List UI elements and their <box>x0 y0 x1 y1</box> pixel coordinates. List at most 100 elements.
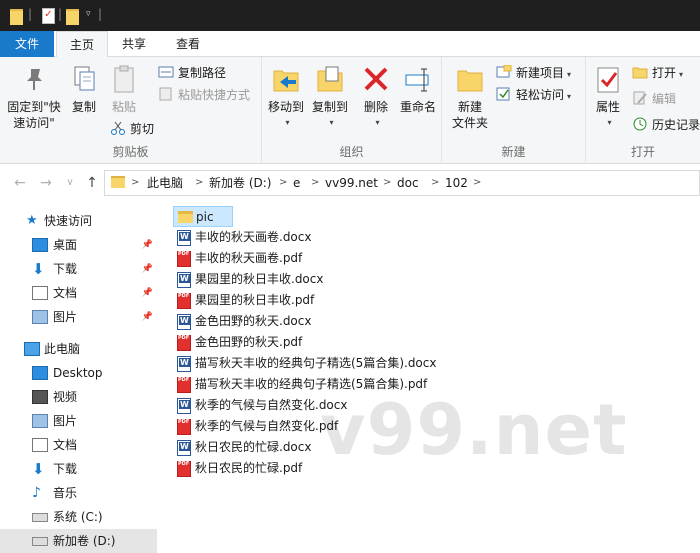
navigation-pane: ★ 快速访问 桌面 📌 ⬇ 下载 📌 文档 📌 图片 📌 此电脑 Desktop… <box>0 201 157 553</box>
new-group: 新建 文件夹 新建项目 ▾ 轻松访问 ▾ 新建 <box>442 57 586 164</box>
desktop-icon <box>32 366 48 380</box>
nav-label: 视频 <box>53 390 78 404</box>
folder-icon <box>10 9 23 25</box>
breadcrumb-chevron[interactable]: > <box>131 171 139 195</box>
easy-access-label: 轻松访问 <box>516 88 565 102</box>
list-item-folder[interactable]: pic <box>173 206 233 227</box>
breadcrumb-this-pc[interactable]: 此电脑 <box>147 171 183 195</box>
nav-desktop-pc[interactable]: Desktop <box>0 361 157 385</box>
pictures-icon <box>32 310 48 324</box>
paste-shortcut-icon <box>158 87 174 101</box>
copy-path-button[interactable]: 复制路径 <box>158 63 226 83</box>
properties-quick-icon[interactable]: ✓ <box>42 8 55 24</box>
ribbon-tabs: 文件 主页 共享 查看 <box>0 31 700 58</box>
nav-downloads-pc[interactable]: ⬇ 下载 <box>0 457 157 481</box>
cut-button[interactable]: 剪切 <box>110 119 154 139</box>
file-name: 金色田野的秋天.pdf <box>195 335 303 349</box>
nav-desktop[interactable]: 桌面 📌 <box>0 233 157 257</box>
recent-locations-button[interactable]: ∨ <box>60 173 80 193</box>
rename-icon <box>402 63 434 95</box>
nav-drive-d[interactable]: 新加卷 (D:) <box>0 529 157 553</box>
copy-button[interactable]: 复制 <box>66 63 102 115</box>
breadcrumb-102[interactable]: 102 <box>445 171 468 195</box>
new-folder-quick-icon[interactable] <box>66 9 79 25</box>
tab-view[interactable]: 查看 <box>166 31 210 57</box>
open-group-label: 打开 <box>630 145 655 159</box>
delete-x-icon <box>360 63 392 95</box>
nav-downloads[interactable]: ⬇ 下载 📌 <box>0 257 157 281</box>
file-name: 秋季的气候与自然变化.pdf <box>195 419 339 433</box>
file-name: 金色田野的秋天.docx <box>195 314 312 328</box>
paste-button[interactable]: 粘贴 <box>104 63 144 115</box>
easy-access-button[interactable]: 轻松访问 ▾ <box>496 85 571 105</box>
nav-pictures-pc[interactable]: 图片 <box>0 409 157 433</box>
properties-button[interactable]: 属性 ▾ <box>590 63 626 131</box>
paste-shortcut-label: 粘贴快捷方式 <box>178 88 251 102</box>
breadcrumb-chevron[interactable]: > <box>195 171 203 195</box>
new-folder-label-1: 新建 <box>457 100 482 114</box>
organize-group: 移动到 ▾ 复制到 ▾ 删除 ▾ 重命名 组织 <box>262 57 442 164</box>
address-box[interactable]: > 此电脑 > 新加卷 (D:) > e > vv99.net > doc > … <box>104 170 700 196</box>
new-item-icon <box>496 64 512 79</box>
copy-to-button[interactable]: 复制到 ▾ <box>308 63 352 131</box>
edit-label: 编辑 <box>652 92 677 106</box>
open-group: 属性 ▾ 打开 ▾ 编辑 历史记录 打开 <box>586 57 700 164</box>
nav-music[interactable]: ♪ 音乐 <box>0 481 157 505</box>
pin-icon: 📌 <box>141 240 153 250</box>
nav-label: 音乐 <box>53 486 78 500</box>
documents-icon <box>32 286 48 300</box>
copy-icon <box>68 63 100 95</box>
new-folder-button[interactable]: 新建 文件夹 <box>448 63 492 131</box>
breadcrumb-chevron[interactable]: > <box>311 171 319 195</box>
nav-quick-access[interactable]: ★ 快速访问 <box>0 209 157 233</box>
nav-pictures[interactable]: 图片 📌 <box>0 305 157 329</box>
nav-label: 系统 (C:) <box>53 510 103 524</box>
nav-this-pc[interactable]: 此电脑 <box>0 337 157 361</box>
breadcrumb-chevron[interactable]: > <box>383 171 391 195</box>
back-button[interactable]: ← <box>10 173 30 193</box>
download-arrow-icon: ⬇ <box>32 260 45 278</box>
scissors-icon <box>110 121 126 135</box>
copy-to-caret: ▾ <box>329 118 334 127</box>
computer-icon <box>24 342 40 356</box>
clipboard-group-label: 剪贴板 <box>112 145 149 159</box>
nav-videos[interactable]: 视频 <box>0 385 157 409</box>
open-button[interactable]: 打开 ▾ <box>632 63 683 83</box>
breadcrumb-e[interactable]: e <box>293 171 300 195</box>
new-item-button[interactable]: 新建项目 ▾ <box>496 63 571 83</box>
forward-button[interactable]: → <box>36 173 56 193</box>
move-to-button[interactable]: 移动到 ▾ <box>264 63 308 131</box>
breadcrumb-drive-d[interactable]: 新加卷 (D:) <box>209 171 271 195</box>
breadcrumb-chevron[interactable]: > <box>279 171 287 195</box>
rename-button[interactable]: 重命名 <box>396 63 440 115</box>
drive-icon <box>32 513 48 522</box>
tab-home[interactable]: 主页 <box>56 31 108 58</box>
breadcrumb-chevron[interactable]: > <box>473 171 481 195</box>
folder-icon <box>111 176 125 188</box>
breadcrumb-vv99[interactable]: vv99.net <box>325 171 378 195</box>
paste-shortcut-button[interactable]: 粘贴快捷方式 <box>158 85 250 105</box>
music-note-icon: ♪ <box>32 485 41 501</box>
history-button[interactable]: 历史记录 <box>632 115 700 135</box>
nav-label: 下载 <box>53 462 78 476</box>
breadcrumb-chevron[interactable]: > <box>431 171 439 195</box>
cut-label: 剪切 <box>130 122 155 136</box>
up-button[interactable]: ↑ <box>82 173 102 193</box>
pin-label-2: 速访问" <box>13 116 55 130</box>
copy-path-label: 复制路径 <box>178 66 227 80</box>
nav-documents-pc[interactable]: 文档 <box>0 433 157 457</box>
edit-button[interactable]: 编辑 <box>632 89 676 109</box>
tab-share[interactable]: 共享 <box>112 31 156 57</box>
delete-button[interactable]: 删除 ▾ <box>356 63 396 131</box>
nav-documents[interactable]: 文档 📌 <box>0 281 157 305</box>
customize-quick-access-dropdown[interactable]: ▿ <box>86 6 91 22</box>
pin-to-quick-access-button[interactable]: 固定到"快 速访问" <box>4 63 64 131</box>
nav-drive-c[interactable]: 系统 (C:) <box>0 505 157 529</box>
toolbar-separator: | <box>98 7 103 21</box>
file-name: 秋季的气候与自然变化.docx <box>195 398 348 412</box>
tab-file[interactable]: 文件 <box>0 31 54 57</box>
pdf-icon <box>177 412 191 435</box>
breadcrumb-doc[interactable]: doc <box>397 171 419 195</box>
new-item-label: 新建项目 <box>516 66 565 80</box>
nav-label: 桌面 <box>53 238 78 252</box>
